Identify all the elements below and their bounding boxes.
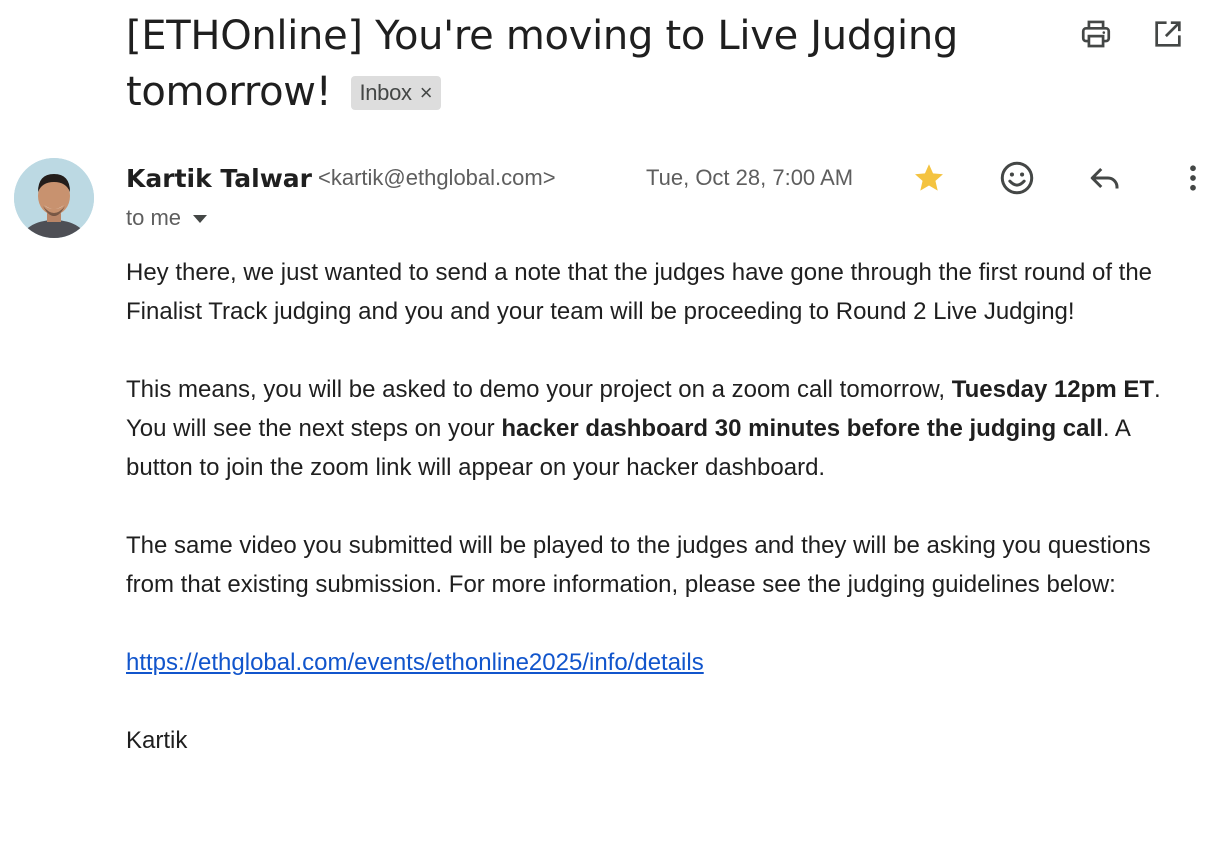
sender-info: Kartik Talwar <kartik@ethglobal.com>: [126, 158, 556, 198]
body-paragraph-1: Hey there, we just wanted to send a note…: [126, 259, 1153, 325]
print-icon: [1081, 20, 1111, 48]
subject-line-2: tomorrow!: [126, 69, 332, 115]
body-paragraph-2: This means, you will be asked to demo yo…: [126, 370, 1186, 487]
print-all-button[interactable]: [1078, 16, 1114, 52]
star-button[interactable]: [905, 154, 953, 202]
message-actions: [905, 154, 1217, 202]
recipient-details-toggle[interactable]: to me: [126, 200, 208, 236]
signature: Kartik: [126, 727, 188, 754]
email-subject: [ETHOnline] You're moving to Live Judgin…: [126, 8, 1026, 120]
subject-line-1: [ETHOnline] You're moving to Live Judgin…: [126, 13, 958, 59]
inbox-label-chip[interactable]: Inbox ×: [351, 76, 442, 110]
message-body: Hey there, we just wanted to send a note…: [126, 253, 1186, 799]
sender-avatar-photo: [14, 158, 94, 238]
subject-line-2-row: tomorrow! Inbox ×: [126, 64, 1026, 120]
message-date: Tue, Oct 28, 7:00 AM: [646, 165, 854, 190]
judging-guidelines-link[interactable]: https://ethglobal.com/events/ethonline20…: [126, 649, 704, 676]
body-link-paragraph: https://ethglobal.com/events/ethonline20…: [126, 643, 1186, 682]
sender-name[interactable]: Kartik Talwar: [126, 164, 312, 193]
remove-label-icon[interactable]: ×: [420, 76, 433, 110]
thread-actions: [1078, 16, 1186, 52]
inbox-label-text: Inbox: [359, 80, 412, 105]
recipient-text: to me: [126, 205, 182, 230]
chevron-down-icon: [193, 215, 208, 223]
open-in-new-window-icon: [1155, 21, 1181, 47]
body-p2-text-a: This means, you will be asked to demo yo…: [126, 376, 952, 403]
open-in-new-window-button[interactable]: [1150, 16, 1186, 52]
emoji-icon: [1000, 161, 1034, 195]
star-icon: [915, 164, 943, 191]
more-vertical-icon: [1190, 165, 1196, 191]
body-p2-bold-date: Tuesday 12pm ET: [951, 376, 1154, 403]
reply-icon: [1090, 167, 1119, 189]
more-options-button[interactable]: [1169, 154, 1217, 202]
sender-email: <kartik@ethglobal.com>: [318, 165, 556, 190]
body-p2-bold-dashboard: hacker dashboard 30 minutes before the j…: [501, 415, 1103, 442]
body-paragraph-3: The same video you submitted will be pla…: [126, 532, 1151, 598]
sender-avatar[interactable]: [14, 158, 94, 238]
add-reaction-button[interactable]: [993, 154, 1041, 202]
reply-button[interactable]: [1081, 154, 1129, 202]
